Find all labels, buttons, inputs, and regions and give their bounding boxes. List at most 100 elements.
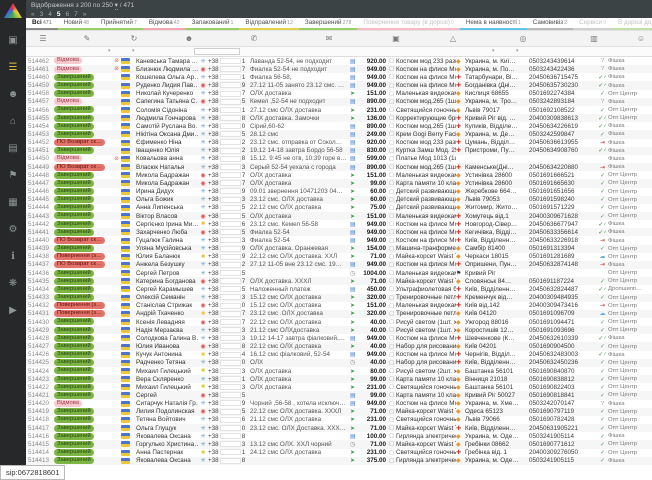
tab-vidpravlenyi[interactable]: Відправлений12: [239, 18, 298, 30]
tab-novyi[interactable]: Новий48: [58, 18, 95, 30]
pager-page-7[interactable]: 7: [74, 11, 78, 18]
sidebar-item-announcements-icon[interactable]: ⚑: [0, 162, 26, 189]
table-row[interactable]: 514461Відмова⊘Близнюк Людмила …◉+387Фиал…: [26, 65, 652, 73]
table-row[interactable]: 514441ЗавершенийЗахарченко Люба◉+385Фиал…: [26, 228, 652, 236]
pager-page-6[interactable]: 6: [66, 11, 70, 18]
table-row[interactable]: 514420ВідмоваСитарчук Наталія Гр…✳+389Чо…: [26, 400, 652, 408]
sidebar-item-store-icon[interactable]: ⌂: [0, 108, 26, 135]
table-row[interactable]: 514462Відмова⊘Каневська Тамара …✳+381Лав…: [26, 57, 652, 65]
tab-zavershenyi[interactable]: Завершений278: [299, 18, 358, 30]
sidebar-item-orders-icon[interactable]: ☰: [0, 54, 26, 81]
product-filter-caret-icon[interactable]: ▾: [492, 48, 495, 54]
ukrposhta-icon: ◆: [456, 310, 461, 317]
tab-pryiniatyi[interactable]: Прийнятий7: [95, 18, 143, 30]
table-row[interactable]: 514434ЗавершенийСергей Карамышев✳+385Нал…: [26, 285, 652, 293]
table-row[interactable]: 514438Повернення (з…Юлия Баланюк■+38922.…: [26, 253, 652, 261]
column-status-icon[interactable]: ✎: [60, 34, 114, 43]
table-row[interactable]: 514435ЗавершенийКатерина Богданова◉+387О…: [26, 277, 652, 285]
per-page-caret-icon[interactable]: ▾: [115, 2, 118, 10]
table-row[interactable]: 514448ЗавершенийМикола Бадражан◉+387ОЛХ …: [26, 171, 652, 179]
table-row[interactable]: 514452ПО Возврат ск…Єфименко Ніна✳+38223…: [26, 139, 652, 147]
pager-page-4[interactable]: 4: [48, 11, 52, 18]
tab-vidmova[interactable]: Відмова42: [143, 18, 186, 30]
tab-povernennia-tovaru[interactable]: Повернення товару (в дорозі)0: [357, 18, 459, 30]
table-row[interactable]: 514445ЗавершенийОльга Божик✳+38323.12 см…: [26, 196, 652, 204]
table-row[interactable]: 514437ПО Возврат ск…Анжела Безушку✳+3822…: [26, 261, 652, 269]
table-row[interactable]: 514433ЗавершенийОлексій Семанін✳+38315.1…: [26, 294, 652, 302]
tab-servisy[interactable]: Сервіси0: [573, 18, 612, 30]
table-row[interactable]: 514457ВідмоваСапегина Татьяна С…◉+385Кем…: [26, 98, 652, 106]
sidebar-item-statistics-icon[interactable]: ▦: [0, 189, 26, 216]
phone-filter-input[interactable]: [194, 48, 240, 55]
table-row[interactable]: 514423ЗавершенийВера Скляренко✳+381ОЛХ д…: [26, 375, 652, 383]
table-row[interactable]: 514419ЗавершенийЛилия Подолинская◉+38522…: [26, 408, 652, 416]
column-channel-icon[interactable]: ☺: [630, 34, 652, 43]
table-row[interactable]: 514450Відмова⊘Ковальова анна✳+38815.12. …: [26, 155, 652, 163]
column-orders-icon[interactable]: ☰: [26, 34, 60, 43]
table-row[interactable]: 514427ЗавершенийЮлия Иванова◉+38822.12 с…: [26, 342, 652, 350]
table-row[interactable]: 514446ЗавершенийИрина Дидух✳+38909.01 зв…: [26, 188, 652, 196]
table-row[interactable]: 514416ЗавершенийЯковалева Оксана✳+388▤10…: [26, 432, 652, 440]
table-row[interactable]: 514421ЗавершенийСергей◉+385▤99.00▢Карта …: [26, 391, 652, 399]
table-row[interactable]: 514456ЗавершенийСоломія Сідоніна✳+38127.…: [26, 106, 652, 114]
table-row[interactable]: 514424ЗавершенийМихаил Гилецький■+383ОЛХ…: [26, 367, 652, 375]
table-row[interactable]: 514453ЗавершенийНікітіна Оксана Дми…✳+38…: [26, 130, 652, 138]
sidebar-item-support-icon[interactable]: ❋: [0, 270, 26, 297]
column-payment-icon[interactable]: ▣: [374, 34, 418, 43]
column-phone-icon[interactable]: ✆: [224, 34, 284, 43]
column-comment-icon[interactable]: ✉: [284, 34, 374, 43]
table-row[interactable]: 514428ЗавершенийСолодкова Галина В…✳+383…: [26, 334, 652, 342]
table-row[interactable]: 514439ЗавершенийУляна Мусійовська✳+389ОЛ…: [26, 245, 652, 253]
table-row[interactable]: 514431Повернення (з…Андрій Ткаченко■+387…: [26, 310, 652, 318]
sidebar-item-dashboard-icon[interactable]: ▣: [0, 27, 26, 54]
table-row[interactable]: 514443ЗавершенийВіктор Власов◉+385ОЛХ до…: [26, 212, 652, 220]
tab-vsi[interactable]: Всі471: [26, 18, 58, 30]
phone-tail: 7: [242, 310, 246, 317]
app-logo-icon[interactable]: [4, 3, 22, 18]
pager-last-icon[interactable]: »: [83, 11, 87, 18]
table-row[interactable]: 514449ПО Возврат ск…Власюк Наталья✳+383С…: [26, 163, 652, 171]
sidebar-item-video-icon[interactable]: ▶: [0, 297, 26, 324]
table-row[interactable]: 514442ЗавершенийСергієнко Ірина Ми…■+386…: [26, 220, 652, 228]
table-row[interactable]: 514415ЗавершенийГоргулько Христина…✳+383…: [26, 440, 652, 448]
sidebar-item-clients-icon[interactable]: ☻: [0, 81, 26, 108]
table-row[interactable]: 514451ЗавершенийІващенко Юлія✳+38219.12 …: [26, 147, 652, 155]
table-row[interactable]: 514460ЗавершенийКошелева Ольга Ар…✳+381Ф…: [26, 73, 652, 81]
table-row[interactable]: 514417ЗавершенийОльга Глущук✳+38023.12 с…: [26, 424, 652, 432]
pager-page-5[interactable]: 5: [57, 11, 61, 18]
table-row[interactable]: 514414ЗавершенийАнна Пастернак■+38124.12…: [26, 449, 652, 457]
table-row[interactable]: 514436ЗавершенийСергей Петров✳+385◷1004.…: [26, 269, 652, 277]
sidebar-item-info-icon[interactable]: ℹ: [0, 243, 26, 270]
column-product-icon[interactable]: △: [418, 34, 488, 43]
column-address-icon[interactable]: ◎: [488, 34, 558, 43]
table-row[interactable]: 514432Повернення (з…Станіслав Стрижак◉+3…: [26, 302, 652, 310]
table-row[interactable]: 514413ЗавершенийЯковалева Оксана✳+388➤37…: [26, 457, 652, 465]
table-row[interactable]: 514429ЗавершенийНадія Мерзаєва✳+38321.12…: [26, 326, 652, 334]
table-row[interactable]: 514444ЗавершенийАнна Липенська✳+38522.12…: [26, 204, 652, 212]
table-row[interactable]: 514440ПО Возврат ск…Гуцалюк Галина✳+383Ф…: [26, 236, 652, 244]
column-ttn-icon[interactable]: ▥: [558, 34, 630, 43]
column-client-icon[interactable]: ☻: [154, 34, 224, 43]
table-row[interactable]: 514447ЗавершенийМикола Бадражан◉+387ОЛХ …: [26, 179, 652, 187]
table-row[interactable]: 514454ЗавершенийСамотій Руслана Во…✳+380…: [26, 122, 652, 130]
table-row[interactable]: 514425ЗавершенийРадченко Тетяна✳+380ОЛХ◷…: [26, 359, 652, 367]
pager-page-3[interactable]: 3: [40, 11, 44, 18]
table-row[interactable]: 514418ЗавершенийТетяна Войтович✳+38621.1…: [26, 416, 652, 424]
tab-nema-v-naiavnosti[interactable]: Нема в наявності1: [460, 18, 527, 30]
column-history-icon[interactable]: ↻: [114, 34, 154, 43]
tab-zapakovanyi[interactable]: Запакований1: [186, 18, 240, 30]
table-row[interactable]: 514458ЗавершенийНиколай Кучеренко✳+387ОЛ…: [26, 90, 652, 98]
table-row[interactable]: 514430ЗавершенийКсенія Левадняя◉+38722.1…: [26, 318, 652, 326]
table-row[interactable]: 514426ЗавершенийКучук Антонина■+38416.12…: [26, 351, 652, 359]
tab-v-dorozi-dodomu[interactable]: В дорозі додому0: [612, 18, 652, 30]
country-filter-caret-icon[interactable]: ▾: [132, 48, 135, 54]
pager-first-icon[interactable]: «: [31, 11, 35, 18]
table-row[interactable]: 514459ЗавершенийРуденко Лидия Пав…◉+3892…: [26, 81, 652, 89]
status-filter-caret-icon[interactable]: ▾: [108, 48, 111, 54]
carrier-filter-caret-icon[interactable]: ▾: [516, 48, 519, 54]
sidebar-item-settings-icon[interactable]: ⚙: [0, 216, 26, 243]
table-row[interactable]: 514422ЗавершенийМихаил Гилецький■+383ОЛХ…: [26, 383, 652, 391]
table-row[interactable]: 514455ЗавершенийЛюдмила Гончарова✳+388ОЛ…: [26, 114, 652, 122]
tab-samovyviz[interactable]: Самовивіз2: [527, 18, 573, 30]
sidebar-item-procurement-icon[interactable]: ▤: [0, 135, 26, 162]
